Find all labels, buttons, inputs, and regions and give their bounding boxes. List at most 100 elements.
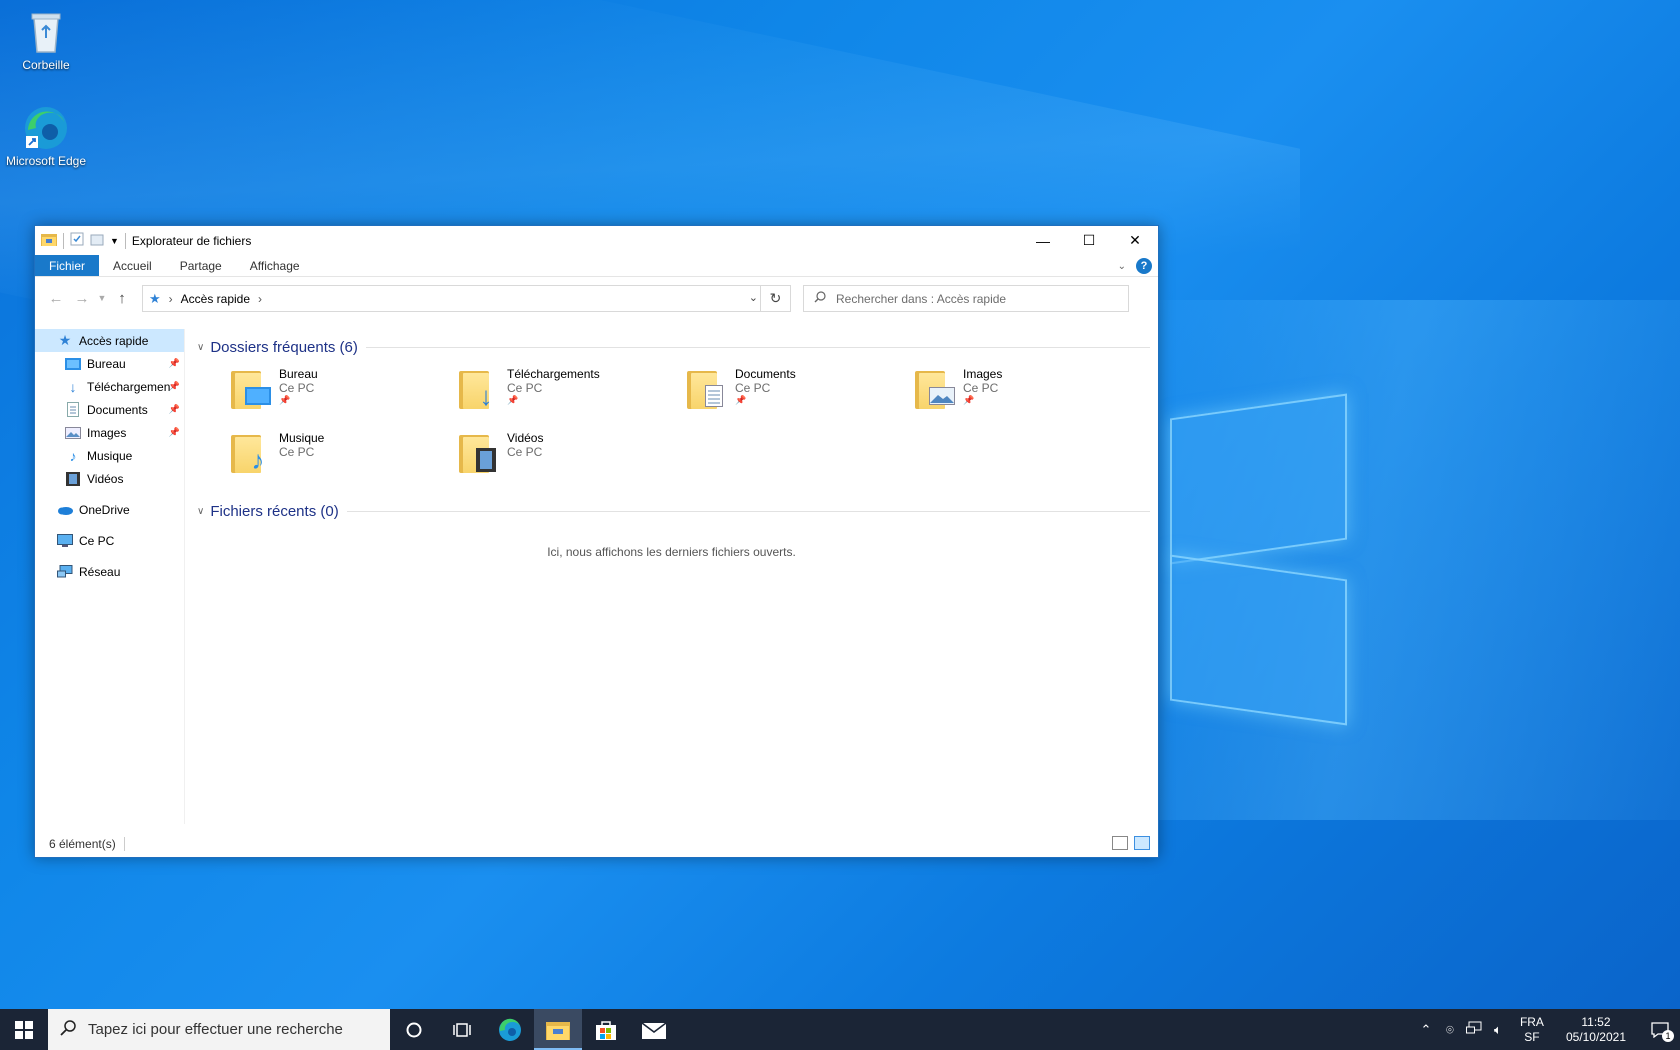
folder-icon xyxy=(41,232,57,249)
sidebar-item-images[interactable]: Images 📌 xyxy=(35,421,184,444)
recent-locations-button[interactable]: ▼ xyxy=(95,293,109,303)
clock[interactable]: 11:52 05/10/2021 xyxy=(1566,1015,1626,1045)
quick-access-toolbar: ▼ xyxy=(35,232,126,249)
taskbar-edge-button[interactable] xyxy=(486,1009,534,1050)
sidebar-item-telechargements[interactable]: ↓ Téléchargements 📌 xyxy=(35,375,184,398)
item-count: 6 élément(s) xyxy=(49,836,116,851)
folder-tile-videos[interactable]: Vidéos Ce PC xyxy=(459,431,687,479)
volume-icon[interactable]: 🔈︎ xyxy=(1486,1022,1510,1038)
divider xyxy=(346,510,1150,512)
folder-tile-documents[interactable]: Documents Ce PC 📌 xyxy=(687,367,915,415)
expand-ribbon-icon[interactable]: ⌄ xyxy=(1118,261,1126,272)
frequent-folders-grid: Bureau Ce PC 📌 ↓ Téléchargements Ce PC 📌 xyxy=(193,359,1150,479)
taskbar-search-box[interactable]: Tapez ici pour effectuer une recherche xyxy=(48,1009,390,1050)
task-view-button[interactable] xyxy=(438,1009,486,1050)
desktop-icon-label: Microsoft Edge xyxy=(5,154,87,168)
folder-tile-musique[interactable]: ♪ Musique Ce PC xyxy=(231,431,459,479)
network-icon[interactable] xyxy=(1462,1021,1486,1038)
folder-name: Documents xyxy=(735,367,796,381)
store-bag-icon xyxy=(596,1020,616,1040)
download-arrow-icon: ↓ xyxy=(69,378,77,395)
back-button[interactable]: ← xyxy=(43,290,69,307)
address-bar[interactable]: ★ › Accès rapide › ⌄ ↻ xyxy=(142,285,791,312)
pin-icon[interactable]: 📌 xyxy=(169,427,180,438)
action-center-button[interactable]: 1 xyxy=(1640,1009,1680,1050)
refresh-button[interactable]: ↻ xyxy=(760,286,790,311)
edge-icon xyxy=(499,1018,521,1041)
folder-tile-telechargements[interactable]: ↓ Téléchargements Ce PC 📌 xyxy=(459,367,687,415)
sidebar-item-bureau[interactable]: Bureau 📌 xyxy=(35,352,184,375)
start-button[interactable] xyxy=(0,1009,48,1050)
group-header-frequent[interactable]: ∨ Dossiers fréquents (6) xyxy=(193,335,1150,359)
folder-location: Ce PC xyxy=(507,381,543,395)
group-header-recent[interactable]: ∨ Fichiers récents (0) xyxy=(193,499,1150,523)
sidebar-item-musique[interactable]: ♪ Musique xyxy=(35,444,184,467)
videos-folder-icon xyxy=(459,431,499,475)
sidebar-item-label: Musique xyxy=(87,448,133,463)
sidebar-item-label: Images xyxy=(87,425,127,440)
sidebar-item-reseau[interactable]: Réseau xyxy=(35,560,184,583)
breadcrumb-separator-icon[interactable]: › xyxy=(169,292,173,306)
breadcrumb-item[interactable]: Accès rapide xyxy=(181,292,250,306)
picture-icon xyxy=(65,425,81,441)
help-button[interactable]: ? xyxy=(1136,258,1152,274)
sidebar-item-ce-pc[interactable]: Ce PC xyxy=(35,529,184,552)
tab-affichage[interactable]: Affichage xyxy=(236,255,314,276)
quick-access-star-icon: ★ xyxy=(58,332,72,348)
forward-button[interactable]: → xyxy=(69,290,95,307)
folder-name: Musique xyxy=(279,431,325,445)
search-icon xyxy=(60,1019,76,1040)
folder-tile-images[interactable]: Images Ce PC 📌 xyxy=(915,367,1143,415)
desktop-icon-microsoft-edge[interactable]: Microsoft Edge xyxy=(0,104,92,168)
minimize-button[interactable]: — xyxy=(1020,226,1066,255)
pin-icon[interactable]: 📌 xyxy=(169,404,180,415)
taskbar-search-input[interactable]: Tapez ici pour effectuer une recherche xyxy=(88,1021,343,1038)
title-bar[interactable]: ▼ Explorateur de fichiers — ☐ ✕ xyxy=(35,226,1158,255)
cortana-button[interactable] xyxy=(390,1009,438,1050)
new-folder-icon[interactable] xyxy=(90,232,104,249)
breadcrumb-separator-icon[interactable]: › xyxy=(258,292,262,306)
pin-icon: 📌 xyxy=(963,395,975,405)
keyboard-layout-code: SF xyxy=(1524,1029,1540,1044)
sidebar-item-videos[interactable]: Vidéos xyxy=(35,467,184,490)
properties-icon[interactable] xyxy=(70,232,84,249)
edge-icon xyxy=(22,104,70,152)
chevron-down-icon[interactable]: ▼ xyxy=(110,236,119,246)
window-controls: — ☐ ✕ xyxy=(1020,226,1158,255)
pin-icon: 📌 xyxy=(279,395,291,405)
address-dropdown-icon[interactable]: ⌄ xyxy=(749,291,758,304)
up-button[interactable]: ↑ xyxy=(109,290,135,307)
desktop-folder-icon xyxy=(65,356,81,372)
large-icons-view-button[interactable] xyxy=(1134,836,1150,850)
folder-tile-bureau[interactable]: Bureau Ce PC 📌 xyxy=(231,367,459,415)
show-hidden-icons-button[interactable]: ⌃ xyxy=(1414,1022,1438,1038)
folder-location: Ce PC xyxy=(279,445,315,459)
recent-empty-message: Ici, nous affichons les derniers fichier… xyxy=(547,545,796,559)
desktop-icon-recycle-bin[interactable]: Corbeille xyxy=(0,8,92,72)
search-input[interactable]: Rechercher dans : Accès rapide xyxy=(836,292,1006,306)
details-view-button[interactable] xyxy=(1112,836,1128,850)
task-view-icon xyxy=(453,1022,471,1037)
taskbar-mail-button[interactable] xyxy=(630,1009,678,1050)
chevron-down-icon[interactable]: ∨ xyxy=(197,342,204,353)
search-box[interactable]: Rechercher dans : Accès rapide xyxy=(803,285,1129,312)
tab-fichier[interactable]: Fichier xyxy=(35,255,100,276)
sidebar-item-label: Bureau xyxy=(87,356,126,371)
input-language-indicator[interactable]: FRA SF xyxy=(1520,1015,1544,1045)
film-icon xyxy=(65,471,81,487)
sidebar-item-label: Documents xyxy=(87,402,148,417)
tab-accueil[interactable]: Accueil xyxy=(99,255,166,276)
meet-now-icon[interactable]: ⌾ xyxy=(1438,1022,1462,1038)
pin-icon[interactable]: 📌 xyxy=(169,358,180,369)
sidebar-item-quick-access[interactable]: ★ Accès rapide xyxy=(35,329,184,352)
sidebar-item-onedrive[interactable]: OneDrive xyxy=(35,498,184,521)
taskbar-file-explorer-button[interactable] xyxy=(534,1009,582,1050)
close-button[interactable]: ✕ xyxy=(1112,226,1158,255)
pin-icon: 📌 xyxy=(735,395,747,405)
chevron-down-icon[interactable]: ∨ xyxy=(197,506,204,517)
maximize-button[interactable]: ☐ xyxy=(1066,226,1112,255)
tab-partage[interactable]: Partage xyxy=(166,255,236,276)
taskbar-store-button[interactable] xyxy=(582,1009,630,1050)
sidebar-item-documents[interactable]: Documents 📌 xyxy=(35,398,184,421)
pin-icon[interactable]: 📌 xyxy=(169,381,180,392)
